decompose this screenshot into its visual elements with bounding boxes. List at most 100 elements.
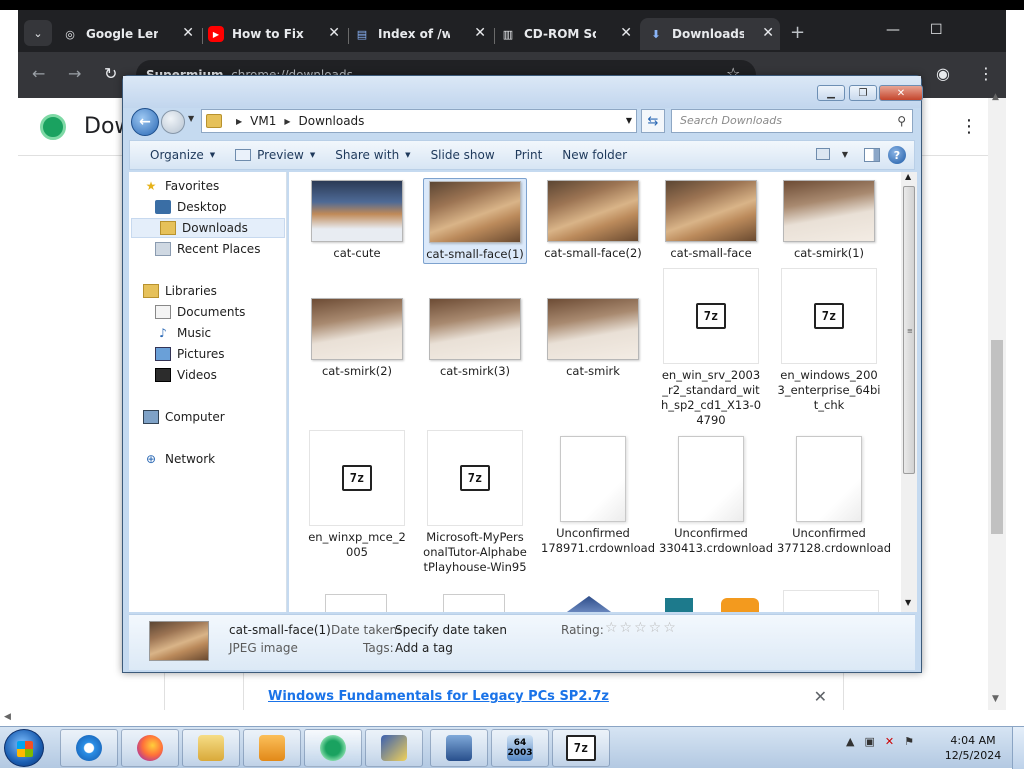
breadcrumb-downloads[interactable]: Downloads	[299, 114, 365, 128]
organize-button[interactable]: Organize ▼	[150, 148, 215, 162]
recent-places-icon	[155, 242, 171, 256]
file-item[interactable]: Unconfirmed 330413.crdownload	[659, 436, 773, 556]
file-item[interactable]: 7z en_winxp_mce_2005	[305, 430, 409, 560]
rating-stars[interactable]: ☆☆☆☆☆	[605, 620, 678, 636]
date-taken-field[interactable]: Specify date taken	[395, 623, 507, 637]
show-desktop-button[interactable]	[1012, 727, 1024, 769]
page-menu-icon[interactable]: ⋮	[960, 116, 978, 137]
breadcrumb[interactable]: ▶ VM1 ▶ Downloads ▼	[201, 109, 637, 133]
file-item[interactable]: cat-small-face(2)	[541, 180, 645, 261]
action-center-flag-icon[interactable]: ⚑	[904, 735, 914, 748]
maximize-icon[interactable]: ☐	[930, 22, 943, 38]
forward-arrow-icon[interactable]: →	[68, 64, 81, 83]
tab-google-lens[interactable]: ◎ Google Lens ✕	[62, 18, 200, 50]
partial-file-icon[interactable]	[325, 594, 387, 612]
nav-network[interactable]: ⊕ Network	[143, 449, 215, 469]
explorer-titlebar[interactable]: ▁ ❐ ✕	[123, 76, 923, 108]
file-item-selected[interactable]: cat-small-face(1)	[423, 178, 527, 264]
partial-file-icon[interactable]	[443, 594, 505, 612]
minimize-icon[interactable]: ▁	[817, 85, 845, 101]
file-item[interactable]: cat-smirk(3)	[423, 298, 527, 379]
nav-libraries[interactable]: Libraries	[143, 281, 217, 301]
tab-close-icon[interactable]: ✕	[328, 25, 340, 41]
clock[interactable]: 4:04 AM 12/5/2024	[940, 733, 1006, 763]
taskbar-winrar[interactable]	[365, 729, 423, 767]
new-tab-button[interactable]: +	[790, 22, 805, 43]
tab-how-to-fix[interactable]: ▶ How to Fix Be ✕	[208, 18, 346, 50]
tab-close-icon[interactable]: ✕	[474, 25, 486, 41]
taskbar-virtualbox[interactable]	[430, 729, 488, 767]
preview-pane-icon[interactable]	[864, 148, 880, 162]
forward-arrow-icon[interactable]	[161, 110, 185, 134]
reload-icon[interactable]: ↻	[104, 64, 117, 83]
restore-icon[interactable]: ❐	[849, 85, 877, 101]
volume-muted-icon[interactable]: ✕	[885, 735, 894, 748]
page-horizontal-scrollbar[interactable]: ◀	[0, 710, 1024, 726]
file-item[interactable]: cat-smirk(2)	[305, 298, 409, 379]
tab-index-of-win[interactable]: ▤ Index of /win ✕	[354, 18, 492, 50]
file-list-scrollbar[interactable]: ▲ ≡ ▼	[901, 172, 917, 612]
file-item[interactable]: cat-cute	[305, 180, 409, 261]
preview-button[interactable]: Preview ▼	[235, 148, 315, 162]
taskbar-media-player[interactable]	[243, 729, 301, 767]
network-icon[interactable]: ▣	[864, 735, 874, 748]
start-button[interactable]	[4, 729, 44, 767]
close-icon[interactable]: ✕	[879, 85, 923, 101]
new-folder-button[interactable]: New folder	[562, 148, 627, 162]
tab-close-icon[interactable]: ✕	[762, 25, 774, 41]
taskbar-internet-explorer[interactable]	[60, 729, 118, 767]
show-hidden-icons-icon[interactable]: ▲	[846, 735, 854, 748]
page-scrollbar[interactable]: ▲ ▼	[988, 92, 1006, 710]
help-icon[interactable]: ?	[888, 146, 906, 164]
taskbar-windows-2003[interactable]: 64 2003	[491, 729, 549, 767]
file-item[interactable]: cat-smirk(1)	[777, 180, 881, 261]
breadcrumb-vm1[interactable]: VM1	[250, 114, 276, 128]
partial-installer-icon[interactable]	[558, 596, 620, 612]
file-item[interactable]: 7z en_windows_2003_enterprise_64bit_chk	[777, 268, 881, 413]
download-file-link[interactable]: Windows Fundamentals for Legacy PCs SP2.…	[268, 689, 609, 704]
nav-desktop[interactable]: Desktop	[155, 197, 227, 217]
nav-pictures[interactable]: Pictures	[155, 344, 225, 364]
browser-menu-icon[interactable]: ⋮	[978, 64, 994, 83]
share-with-button[interactable]: Share with ▼	[335, 148, 410, 162]
minimize-icon[interactable]: —	[886, 22, 900, 38]
tab-close-icon[interactable]: ✕	[620, 25, 632, 41]
print-button[interactable]: Print	[515, 148, 543, 162]
search-input[interactable]: Search Downloads ⚲	[671, 109, 913, 133]
file-item[interactable]: 7z Microsoft-MyPersonalTutor-AlphabetPlay…	[423, 430, 527, 575]
back-arrow-icon[interactable]: ←	[32, 64, 45, 83]
tab-search-button[interactable]: ⌄	[24, 20, 52, 46]
nav-computer[interactable]: Computer	[143, 407, 225, 427]
tab-close-icon[interactable]: ✕	[182, 25, 194, 41]
partial-app-icon[interactable]	[721, 598, 759, 612]
remove-download-icon[interactable]: ✕	[814, 687, 827, 706]
nav-downloads[interactable]: Downloads	[131, 218, 285, 238]
partial-file-icon[interactable]	[783, 590, 879, 612]
nav-music[interactable]: ♪ Music	[155, 323, 211, 343]
file-item[interactable]: cat-small-face	[659, 180, 763, 261]
profile-avatar-icon[interactable]: ◉	[936, 64, 950, 83]
taskbar-7zip[interactable]: 7z	[552, 729, 610, 767]
refresh-icon[interactable]: ⇆	[641, 109, 665, 133]
nav-videos[interactable]: Videos	[155, 365, 217, 385]
selected-image-thumbnail	[149, 621, 209, 661]
nav-documents[interactable]: Documents	[155, 302, 245, 322]
file-item[interactable]: Unconfirmed 178971.crdownload	[541, 436, 655, 556]
taskbar-supermium[interactable]	[304, 729, 362, 767]
back-arrow-icon[interactable]: ←	[131, 108, 159, 136]
tags-field[interactable]: Add a tag	[395, 641, 453, 655]
tab-cdrom-soft[interactable]: ▥ CD-ROM Soft ✕	[500, 18, 638, 50]
taskbar-firefox[interactable]	[121, 729, 179, 767]
change-view-button[interactable]: ▼	[815, 148, 848, 160]
tab-downloads[interactable]: ⬇ Downloads ✕	[640, 18, 780, 50]
nav-recent-places[interactable]: Recent Places	[155, 239, 260, 259]
slide-show-button[interactable]: Slide show	[431, 148, 495, 162]
recent-pages-chevron-icon[interactable]: ▼	[188, 114, 194, 123]
file-item[interactable]: Unconfirmed 377128.crdownload	[777, 436, 891, 556]
file-item[interactable]: 7z en_win_srv_2003_r2_standard_with_sp2_c…	[659, 268, 763, 428]
partial-app-icon[interactable]	[665, 598, 693, 612]
taskbar-file-explorer[interactable]	[182, 729, 240, 767]
chevron-down-icon[interactable]: ▼	[626, 116, 632, 125]
file-item[interactable]: cat-smirk	[541, 298, 645, 379]
nav-favorites[interactable]: ★ Favorites	[143, 176, 220, 196]
